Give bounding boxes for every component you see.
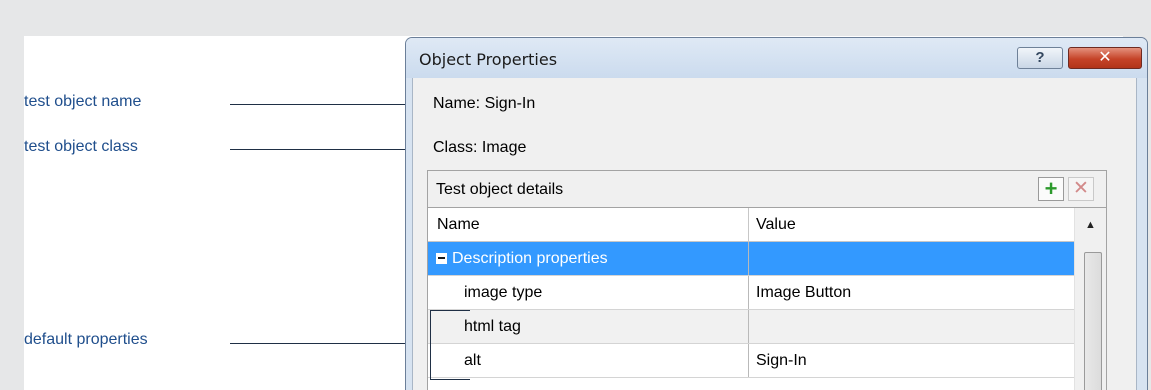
delete-icon: ✕ [1073,178,1089,199]
dialog-client-area: Name: Sign-In Class: Image Test object d… [412,78,1137,390]
column-header-name[interactable]: Name [437,208,480,241]
callout-test-object-class: test object class [24,138,138,155]
test-object-details-title: Test object details [436,181,564,198]
leader-line-name [230,104,416,105]
group-label: Description properties [452,250,608,267]
scrollbar-thumb[interactable] [1084,252,1102,390]
dialog-titlebar[interactable]: Object Properties ? ✕ [406,38,1147,78]
property-value[interactable]: Sign-In [756,344,807,377]
close-button[interactable]: ✕ [1068,47,1142,69]
dialog-title: Object Properties [419,50,558,69]
properties-grid: Name Value Description properties image … [427,208,1107,390]
frame-left-margin [0,0,24,390]
property-value[interactable]: Image Button [756,276,851,309]
property-name: image type [464,284,543,301]
test-object-details-header: Test object details + ✕ [427,170,1107,208]
column-divider[interactable] [748,208,749,241]
property-name: html tag [464,318,521,335]
delete-property-button[interactable]: ✕ [1068,177,1094,201]
frame-top-margin [0,0,1151,36]
default-properties-bracket [430,310,431,380]
callout-test-object-name: test object name [24,93,142,110]
help-button[interactable]: ? [1017,47,1063,69]
table-row[interactable]: alt Sign-In [428,344,1074,378]
leader-line-default-properties [230,343,430,344]
column-divider [748,344,749,377]
object-name-field: Name: Sign-In [433,95,536,112]
callout-default-properties: default properties [24,331,148,348]
bracket-tick-alt [430,379,470,380]
column-header-value[interactable]: Value [756,208,796,241]
column-divider [748,310,749,343]
object-properties-dialog: Object Properties ? ✕ Name: Sign-In Clas… [405,37,1148,390]
table-row[interactable]: image type Image Button [428,276,1074,310]
close-icon: ✕ [1098,49,1112,66]
vertical-scrollbar[interactable]: ▲ [1074,208,1106,390]
collapse-icon[interactable] [436,253,447,264]
table-row[interactable]: html tag [428,310,1074,344]
description-properties-group-row[interactable]: Description properties [428,242,1074,276]
help-icon: ? [1035,49,1045,66]
scroll-up-icon[interactable]: ▲ [1075,208,1106,242]
add-icon: + [1044,176,1058,201]
leader-line-class [230,149,416,150]
bracket-tick-image-type [430,310,470,311]
grid-header-row: Name Value [428,208,1074,242]
object-class-field: Class: Image [433,139,527,156]
add-property-button[interactable]: + [1038,177,1064,201]
column-divider [748,276,749,309]
column-divider [748,242,749,275]
property-name: alt [464,352,481,369]
